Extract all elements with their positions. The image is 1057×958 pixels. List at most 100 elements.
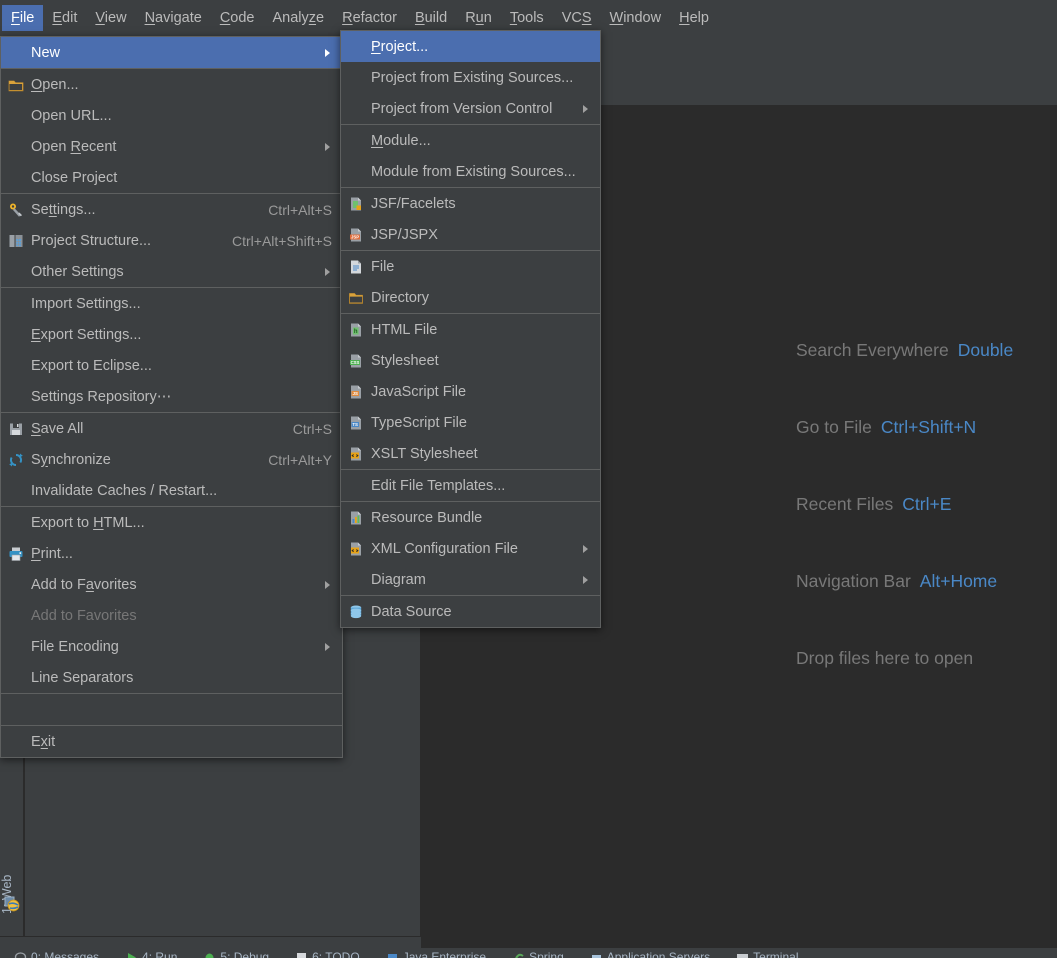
submenu-item-module[interactable]: Module...: [341, 125, 600, 156]
statusbar-button-run[interactable]: 4: Run: [111, 950, 189, 958]
hint-navigation-bar: Navigation Bar Alt+Home: [700, 571, 1057, 648]
no-icon: [347, 132, 365, 150]
menu-item-import-settings[interactable]: Import Settings...: [1, 288, 342, 319]
hint-label: Go to File: [796, 417, 872, 437]
submenu-item-project[interactable]: Project...: [341, 31, 600, 62]
submenu-item-html-file[interactable]: h HTML File: [341, 314, 600, 345]
no-icon: [7, 669, 25, 687]
terminal-icon: [736, 951, 749, 958]
submenu-item-project-from-version-control[interactable]: Project from Version Control: [341, 93, 600, 124]
menu-item-label: Project...: [371, 38, 429, 55]
svg-text:h: h: [354, 329, 358, 335]
menu-item-synchronize[interactable]: Synchronize Ctrl+Alt+Y: [1, 444, 342, 475]
css-file-icon: CSS: [347, 352, 365, 370]
menu-item-export-settings[interactable]: Export Settings...: [1, 319, 342, 350]
submenu-item-stylesheet[interactable]: CSS Stylesheet: [341, 345, 600, 376]
menubar-item-tools[interactable]: Tools: [501, 5, 553, 31]
menubar-item-navigate[interactable]: Navigate: [136, 5, 211, 31]
ts-file-icon: TS: [347, 414, 365, 432]
menu-item-label: Directory: [371, 289, 430, 306]
menu-item-label: Edit File Templates...: [371, 477, 506, 494]
statusbar-button-java-enterprise[interactable]: Java Enterprise: [372, 950, 498, 958]
chevron-right-icon: [583, 104, 588, 113]
submenu-item-directory[interactable]: Directory: [341, 282, 600, 313]
menu-item-label: Import Settings...: [31, 295, 141, 312]
menu-item-export-to-eclipse[interactable]: Export to Eclipse...: [1, 350, 342, 381]
submenu-item-file[interactable]: File: [341, 251, 600, 282]
menubar-item-refactor[interactable]: Refactor: [333, 5, 406, 31]
statusbar-button-terminal[interactable]: Terminal: [722, 950, 810, 958]
menu-item-other-settings[interactable]: Other Settings: [1, 256, 342, 287]
menubar-item-analyze[interactable]: Analyze: [264, 5, 334, 31]
menu-item-line-separators[interactable]: File Encoding: [1, 631, 342, 662]
jsf-file-icon: [347, 195, 365, 213]
no-icon: [7, 576, 25, 594]
no-icon: [347, 477, 365, 495]
menu-item-new[interactable]: New: [1, 37, 342, 68]
menu-item-save-all[interactable]: Save All Ctrl+S: [1, 413, 342, 444]
menu-item-close-project[interactable]: Close Project: [1, 162, 342, 193]
menu-item-project-structure[interactable]: Project Structure... Ctrl+Alt+Shift+S: [1, 225, 342, 256]
submenu-item-edit-file-templates[interactable]: Edit File Templates...: [341, 470, 600, 501]
statusbar-button-debug[interactable]: 5: Debug: [189, 950, 281, 958]
submenu-item-diagram[interactable]: Diagram: [341, 564, 600, 595]
menu-item-open[interactable]: Open...: [1, 69, 342, 100]
spring-icon: [512, 951, 525, 958]
submenu-item-jsp-jspx[interactable]: JSP JSP/JSPX: [341, 219, 600, 250]
menu-item-label: Line Separators: [31, 669, 134, 686]
menubar-item-run[interactable]: Run: [456, 5, 501, 31]
new-submenu-popup: Project... Project from Existing Sources…: [340, 30, 601, 628]
statusbar-button-spring[interactable]: Spring: [498, 950, 576, 958]
java-enterprise-icon: [386, 951, 399, 958]
submenu-item-xml-configuration-file[interactable]: XML Configuration File: [341, 533, 600, 564]
no-icon: [7, 607, 25, 625]
directory-icon: [347, 289, 365, 307]
menubar-item-code[interactable]: Code: [211, 5, 264, 31]
menu-item-label: Add to Favorites: [31, 607, 137, 624]
statusbar-button-messages[interactable]: 0: Messages: [0, 950, 111, 958]
menubar-item-view[interactable]: View: [86, 5, 135, 31]
statusbar-right-seg: [421, 937, 1057, 948]
menu-item-exit[interactable]: Exit: [1, 726, 342, 757]
hint-label: Drop files here to open: [796, 648, 974, 668]
submenu-item-jsf-facelets[interactable]: JSF/Facelets: [341, 188, 600, 219]
menubar-item-window[interactable]: Window: [601, 5, 671, 31]
submenu-item-module-from-existing-sources[interactable]: Module from Existing Sources...: [341, 156, 600, 187]
menu-item-add-to-favorites[interactable]: Add to Favorites: [1, 569, 342, 600]
menubar-item-help[interactable]: Help: [670, 5, 718, 31]
xslt-file-icon: [347, 445, 365, 463]
submenu-item-project-from-existing-sources[interactable]: Project from Existing Sources...: [341, 62, 600, 93]
submenu-item-resource-bundle[interactable]: Resource Bundle: [341, 502, 600, 533]
submenu-item-xslt-stylesheet[interactable]: XSLT Stylesheet: [341, 438, 600, 469]
resource-bundle-icon: [347, 509, 365, 527]
menubar-item-file[interactable]: File: [2, 5, 44, 31]
menu-item-label: Module...: [371, 132, 431, 149]
no-icon: [7, 638, 25, 656]
no-icon: [7, 295, 25, 313]
menu-item-export-to-html[interactable]: Export to HTML...: [1, 507, 342, 538]
menu-item-label: XSLT Stylesheet: [371, 445, 478, 462]
menu-item-settings-repository[interactable]: Settings Repository⋯: [1, 381, 342, 412]
menu-item-power-save-mode[interactable]: [1, 694, 342, 725]
statusbar-label: 6: TODO: [312, 950, 360, 958]
menubar-item-build[interactable]: Build: [406, 5, 456, 31]
menu-item-label: Export to HTML...: [31, 514, 145, 531]
synchronize-icon: [7, 451, 25, 469]
menu-item-invalidate-caches[interactable]: Invalidate Caches / Restart...: [1, 475, 342, 506]
menu-item-print[interactable]: Print...: [1, 538, 342, 569]
no-icon: [7, 357, 25, 375]
menubar-item-edit[interactable]: Edit: [43, 5, 86, 31]
menu-item-open-recent[interactable]: Open Recent: [1, 131, 342, 162]
submenu-item-data-source[interactable]: Data Source: [341, 596, 600, 627]
menu-item-label: Close Project: [31, 169, 118, 186]
statusbar-button-todo[interactable]: 6: TODO: [281, 950, 372, 958]
menu-item-open-url[interactable]: Open URL...: [1, 100, 342, 131]
menu-item-settings[interactable]: Settings... Ctrl+Alt+S: [1, 194, 342, 225]
menu-item-shortcut: Ctrl+Alt+S: [268, 201, 332, 218]
menu-item-make-directory-read-only[interactable]: Line Separators: [1, 662, 342, 693]
folder-open-icon: [7, 76, 25, 94]
submenu-item-typescript-file[interactable]: TS TypeScript File: [341, 407, 600, 438]
statusbar-button-application-servers[interactable]: Application Servers: [576, 950, 722, 958]
submenu-item-javascript-file[interactable]: JS JavaScript File: [341, 376, 600, 407]
menubar-item-vcs[interactable]: VCS: [553, 5, 601, 31]
